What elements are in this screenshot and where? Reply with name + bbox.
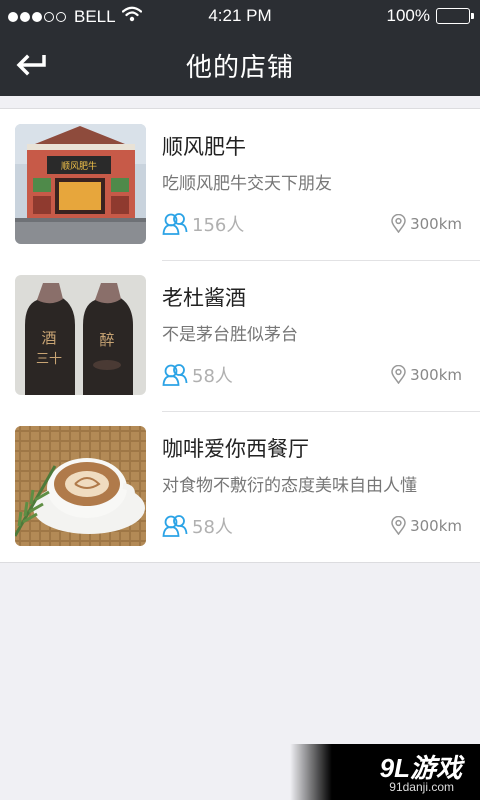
shop-name: 老杜酱酒 <box>162 286 246 310</box>
site-watermark: 9L游戏 91danji.com <box>290 744 480 800</box>
location-pin-icon <box>391 365 406 384</box>
shop-name: 顺风肥牛 <box>162 135 246 159</box>
location-pin-icon <box>391 516 406 535</box>
battery-percent: 100% <box>386 6 430 25</box>
followers-icon <box>162 364 188 386</box>
follower-count: 58人 <box>162 362 233 388</box>
shop-distance: 300km <box>391 365 462 384</box>
shop-thumbnail: 顺风肥牛 <box>15 124 146 244</box>
shop-list: 顺风肥牛 顺风肥牛 吃顺风肥牛交天下朋友 156人 300km 酒 三十 醉 老… <box>0 108 480 563</box>
follower-count-text: 58人 <box>192 366 233 387</box>
location-pin-icon <box>391 214 406 233</box>
status-right: 100% <box>386 6 474 26</box>
shop-item[interactable]: 顺风肥牛 顺风肥牛 吃顺风肥牛交天下朋友 156人 300km <box>0 109 480 260</box>
follower-count-text: 156人 <box>192 215 245 236</box>
distance-text: 300km <box>410 214 462 233</box>
shop-distance: 300km <box>391 214 462 233</box>
shop-name: 咖啡爱你西餐厅 <box>162 437 309 461</box>
watermark-site: 91danji.com <box>389 780 454 794</box>
shop-description: 对食物不敷衍的态度美味自由人懂 <box>162 476 417 496</box>
shop-description: 吃顺风肥牛交天下朋友 <box>162 174 332 194</box>
followers-icon <box>162 515 188 537</box>
shop-thumbnail <box>15 426 146 546</box>
svg-text:酒: 酒 <box>41 329 56 347</box>
shop-thumbnail: 酒 三十 醉 <box>15 275 146 395</box>
svg-text:醉: 醉 <box>99 331 114 349</box>
svg-text:顺风肥牛: 顺风肥牛 <box>61 160 97 172</box>
shop-description: 不是茅台胜似茅台 <box>162 325 298 345</box>
shop-item[interactable]: 酒 三十 醉 老杜酱酒 不是茅台胜似茅台 58人 300km <box>0 260 480 411</box>
svg-text:三十: 三十 <box>36 352 62 367</box>
distance-text: 300km <box>410 365 462 384</box>
page-title: 他的店铺 <box>185 53 294 83</box>
follower-count: 58人 <box>162 513 233 539</box>
status-bar: BELL 4:21 PM 100% <box>0 0 480 30</box>
shop-distance: 300km <box>391 516 462 535</box>
battery-icon <box>436 8 474 24</box>
shop-item[interactable]: 咖啡爱你西餐厅 对食物不敷衍的态度美味自由人懂 58人 300km <box>0 411 480 562</box>
follower-count: 156人 <box>162 211 244 237</box>
nav-bar: 他的店铺 <box>0 30 480 96</box>
distance-text: 300km <box>410 516 462 535</box>
followers-icon <box>162 213 188 235</box>
follower-count-text: 58人 <box>192 517 233 538</box>
